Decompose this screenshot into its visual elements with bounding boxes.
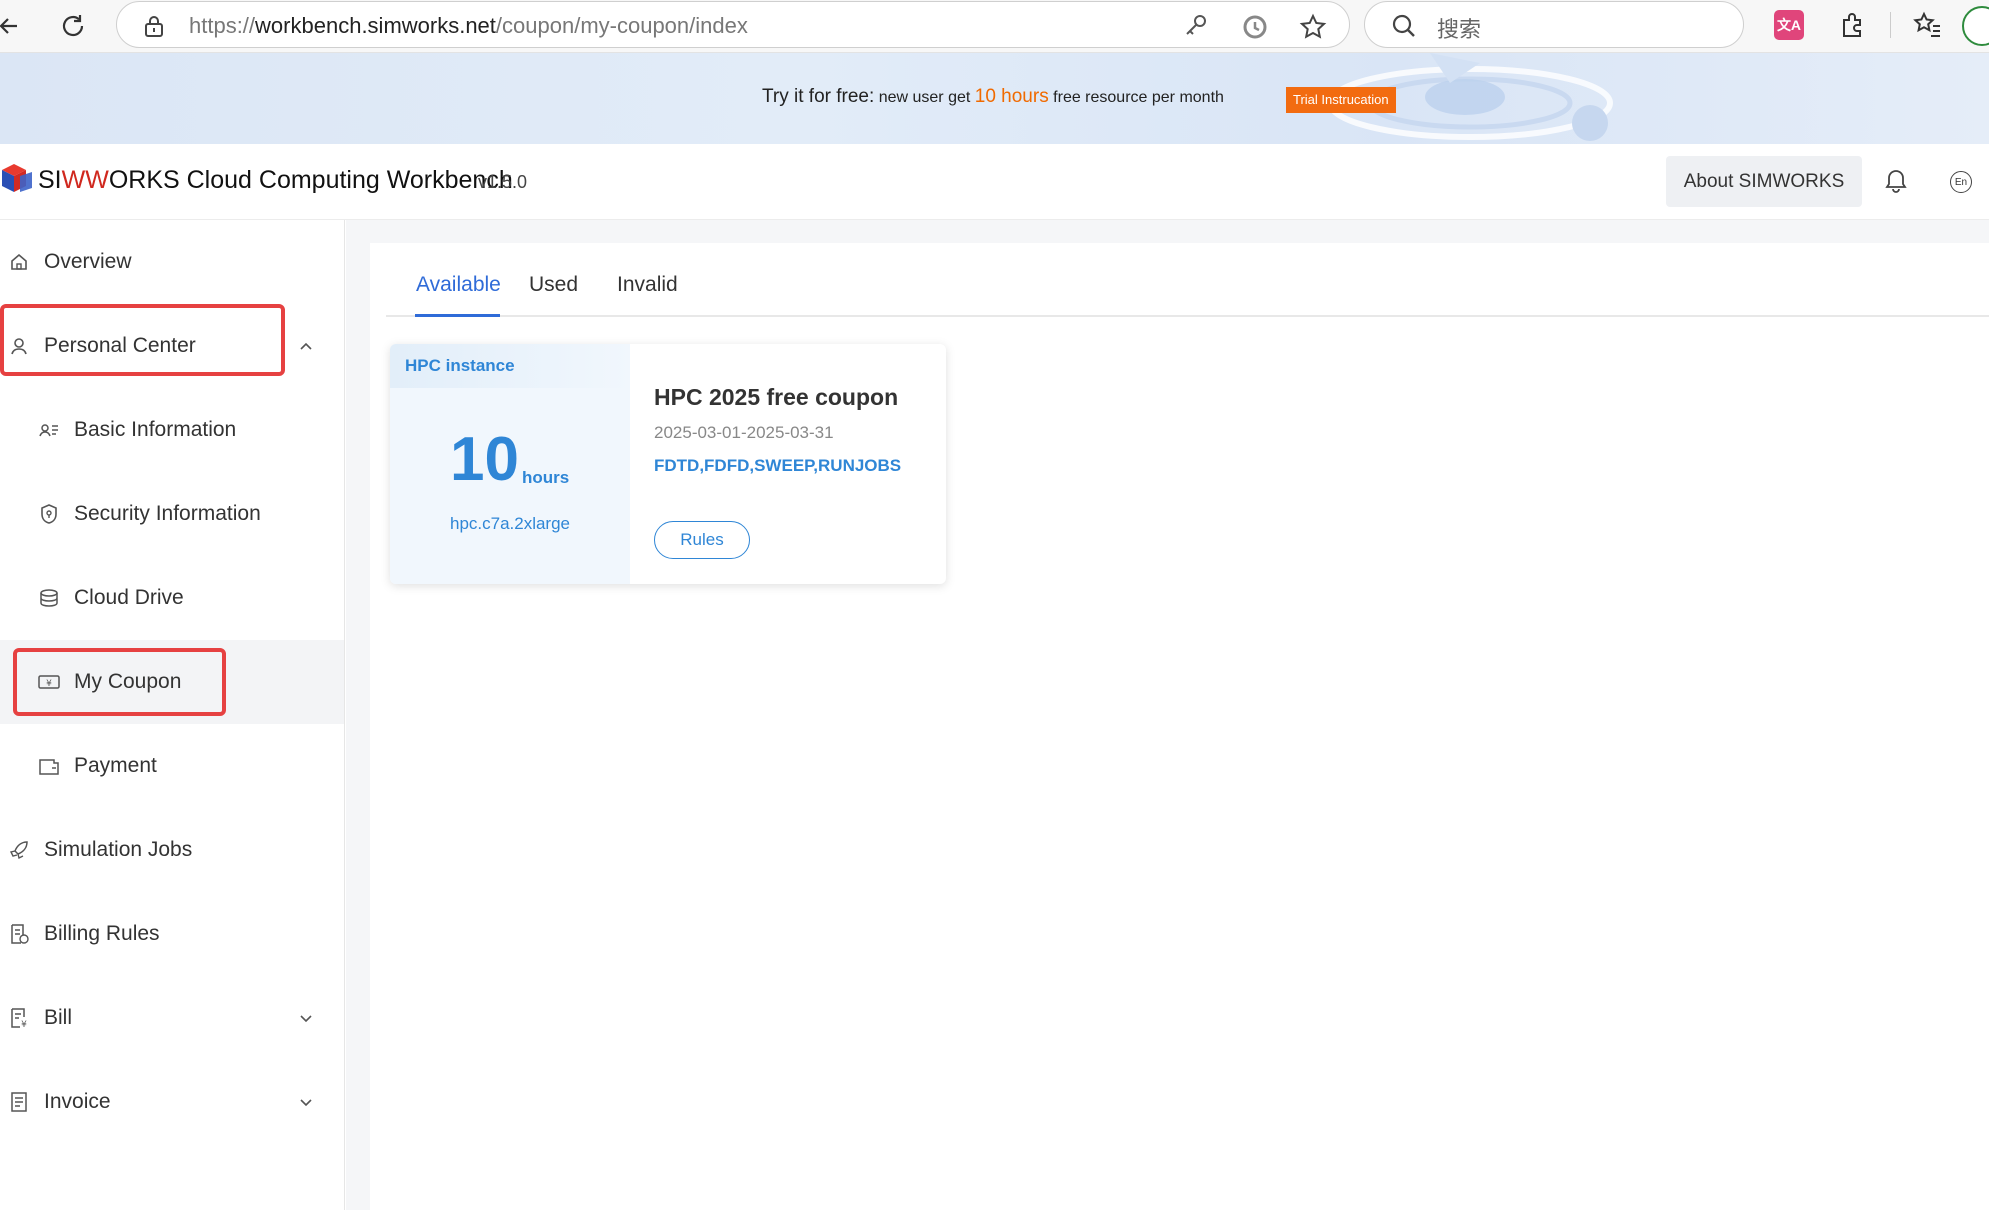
edge-refresh-icon[interactable]: [1241, 13, 1267, 39]
sidebar-item-label: Security Information: [74, 502, 261, 525]
rules-button[interactable]: Rules: [654, 521, 750, 559]
reload-icon[interactable]: [55, 8, 91, 44]
chevron-down-icon[interactable]: [296, 1092, 316, 1112]
app-header: SIWWORKS Cloud Computing Workbench v1.5.…: [0, 144, 1989, 220]
favorite-star-icon[interactable]: [1299, 13, 1327, 39]
address-bar[interactable]: https://workbench.simworks.net/coupon/my…: [116, 1, 1350, 48]
notification-bell-icon[interactable]: [1884, 168, 1908, 199]
banner-text-2: free resource per month: [1048, 89, 1224, 106]
search-icon: [1391, 13, 1417, 44]
favorites-icon[interactable]: [1912, 10, 1942, 40]
home-icon: [8, 251, 30, 273]
extensions-icon[interactable]: [1838, 10, 1868, 40]
key-icon[interactable]: [1183, 13, 1209, 39]
tab-used[interactable]: Used: [529, 273, 578, 297]
brand-prefix: SI: [38, 166, 62, 194]
search-placeholder: 搜索: [1437, 17, 1482, 42]
wallet-icon: [38, 755, 60, 777]
url-path: /coupon/my-coupon/index: [495, 13, 748, 38]
sidebar: Overview Personal Center Basic Informati…: [0, 220, 345, 1210]
language-switch-icon[interactable]: En: [1950, 171, 1972, 193]
rocket-icon: [8, 839, 30, 861]
promo-banner: Try it for free: new user get 10 hours f…: [0, 53, 1989, 144]
billing-document-icon: [8, 923, 30, 945]
sidebar-item-label: Basic Information: [74, 418, 237, 441]
sidebar-item-security-information[interactable]: Security Information: [0, 472, 344, 556]
coupon-amount: 10: [450, 425, 519, 494]
annotation-highlight-personal-center: [0, 304, 285, 376]
sidebar-item-label: Simulation Jobs: [44, 838, 193, 861]
tab-invalid[interactable]: Invalid: [617, 273, 678, 297]
active-tab-indicator: [415, 314, 500, 317]
sidebar-item-basic-information[interactable]: Basic Information: [0, 388, 344, 472]
url-text: https://workbench.simworks.net/coupon/my…: [189, 13, 748, 39]
brand-title[interactable]: SIWWORKS Cloud Computing Workbench: [38, 166, 513, 195]
profile-avatar[interactable]: [1962, 6, 1989, 46]
annotation-highlight-my-coupon: [13, 648, 226, 716]
lock-icon[interactable]: [143, 14, 165, 43]
brand-suffix: ORKS Cloud Computing Workbench: [108, 166, 513, 194]
translate-icon[interactable]: 文A: [1774, 10, 1804, 40]
coupon-tabs: Available Used Invalid: [386, 243, 1989, 317]
shield-icon: [38, 503, 60, 525]
sidebar-item-bill[interactable]: ¥ Bill: [0, 976, 344, 1060]
coupon-title: HPC 2025 free coupon: [654, 384, 899, 410]
toolbar-divider: [1890, 12, 1891, 38]
url-host: workbench.simworks.net: [255, 13, 496, 38]
banner-message: Try it for free: new user get 10 hours f…: [762, 86, 1224, 108]
search-box[interactable]: 搜索: [1364, 1, 1744, 48]
id-card-icon: [38, 419, 60, 441]
version-label: v1.5.0: [478, 172, 528, 192]
browser-toolbar: https://workbench.simworks.net/coupon/my…: [0, 0, 1989, 53]
trial-instruction-button[interactable]: Trial Instrucation: [1286, 87, 1396, 113]
sidebar-item-label: Billing Rules: [44, 922, 160, 945]
banner-lead: Try it for free:: [762, 86, 875, 107]
sidebar-item-label: Bill: [44, 1006, 73, 1029]
coupon-instance-type: hpc.c7a.2xlarge: [449, 514, 571, 533]
bill-icon: ¥: [8, 1007, 30, 1029]
coupon-value-panel: HPC instance 10 hours hpc.c7a.2xlarge: [390, 344, 630, 584]
simworks-logo-icon[interactable]: [0, 162, 34, 203]
sidebar-item-label: Invoice: [44, 1090, 111, 1113]
sidebar-item-billing-rules[interactable]: Billing Rules: [0, 892, 344, 976]
back-icon[interactable]: [0, 8, 28, 44]
sidebar-item-label: Overview: [44, 250, 132, 273]
sidebar-item-label: Cloud Drive: [74, 586, 184, 609]
sidebar-item-label: Payment: [74, 754, 157, 777]
banner-text-1: new user get: [874, 89, 975, 106]
brand-ww: WW: [61, 166, 109, 194]
about-simworks-button[interactable]: About SIMWORKS: [1666, 156, 1862, 207]
coupon-type-label: HPC instance: [405, 356, 515, 375]
sidebar-item-cloud-drive[interactable]: Cloud Drive: [0, 556, 344, 640]
svg-text:¥: ¥: [21, 1020, 27, 1029]
coupon-card: HPC instance 10 hours hpc.c7a.2xlarge HP…: [390, 344, 946, 584]
sidebar-item-overview[interactable]: Overview: [0, 220, 344, 304]
coupon-type-tag: HPC instance: [390, 344, 630, 388]
coupon-date-range: 2025-03-01-2025-03-31: [654, 423, 834, 442]
url-prefix: https://: [189, 13, 256, 38]
main-content: Available Used Invalid HPC instance 10 h…: [370, 243, 1989, 1210]
sidebar-item-payment[interactable]: Payment: [0, 724, 344, 808]
tab-available[interactable]: Available: [416, 273, 501, 297]
database-icon: [38, 587, 60, 609]
sidebar-item-invoice[interactable]: Invoice: [0, 1060, 344, 1144]
coupon-scope: FDTD,FDFD,SWEEP,RUNJOBS: [654, 456, 902, 475]
sidebar-item-simulation-jobs[interactable]: Simulation Jobs: [0, 808, 344, 892]
banner-highlight: 10 hours: [974, 86, 1049, 107]
chevron-down-icon[interactable]: [296, 1008, 316, 1028]
invoice-icon: [8, 1091, 30, 1113]
chevron-up-icon[interactable]: [296, 336, 316, 356]
coupon-unit: hours: [522, 468, 570, 487]
